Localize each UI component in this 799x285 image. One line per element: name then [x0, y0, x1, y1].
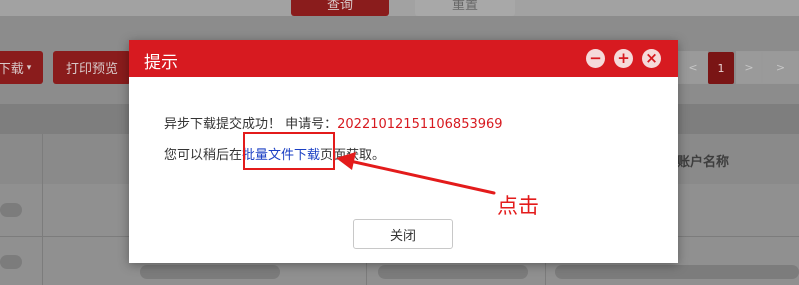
annotation-arrow-icon	[336, 152, 496, 195]
annotation-label: 点击	[497, 194, 539, 218]
